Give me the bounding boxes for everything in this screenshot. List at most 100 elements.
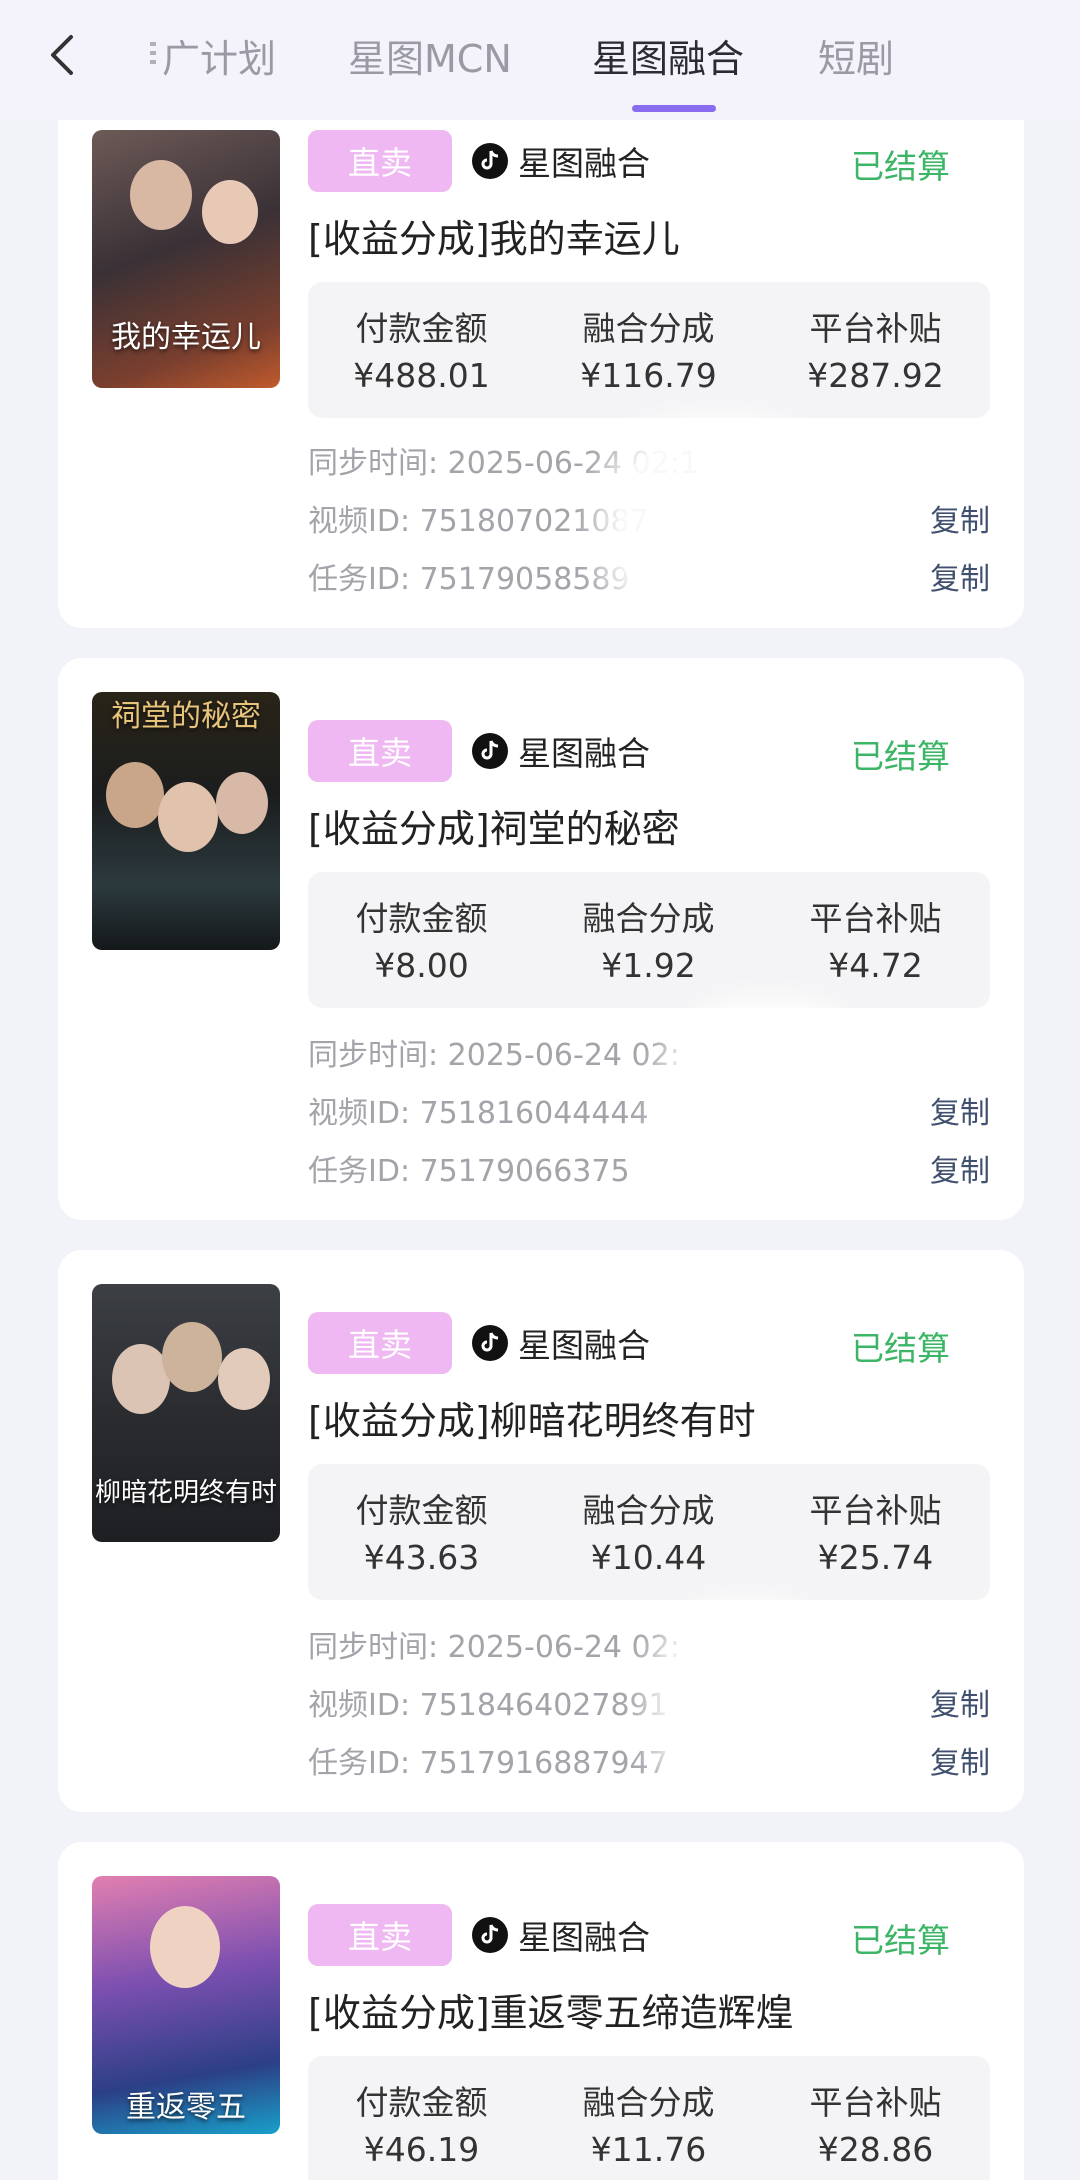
platform-tag: 星图融合 <box>472 1320 650 1366</box>
drama-poster[interactable]: 重返零五 <box>92 1876 280 2134</box>
active-tab-indicator <box>632 105 716 112</box>
platform-tag: 星图融合 <box>472 728 650 774</box>
poster-title: 柳暗花明终有时 <box>94 1478 277 1509</box>
poster-figure <box>216 772 268 834</box>
direct-sale-badge: 直卖 <box>308 720 452 782</box>
card-title: [收益分成]重返零五缔造辉煌 <box>308 1991 794 2035</box>
poster-figure <box>158 782 218 852</box>
copy-video-id-button[interactable]: 复制 <box>930 1088 990 1132</box>
copy-video-id-button[interactable]: 复制 <box>930 1680 990 1724</box>
pay-amount: 付款金额 ¥8.00 <box>308 892 535 985</box>
drama-poster[interactable]: 我的幸运儿 <box>92 130 280 388</box>
copy-task-id-button[interactable]: 复制 <box>930 554 990 598</box>
platform-label: 星图融合 <box>518 144 650 183</box>
fusion-share-label: 融合分成 <box>582 899 715 938</box>
platform-label: 星图融合 <box>518 1918 650 1957</box>
pay-amount-value: ¥43.63 <box>363 1538 480 1577</box>
fusion-share: 融合分成 ¥11.76 <box>535 2076 762 2169</box>
earning-card[interactable]: 我的幸运儿 直卖 星图融合 已结算 [收益分成]我的幸运儿 付款金额 ¥488.… <box>58 96 1024 628</box>
platform-tag: 星图融合 <box>472 138 650 184</box>
settled-status: 已结算 <box>851 1921 950 1960</box>
poster-figure <box>130 160 192 230</box>
pay-amount-label: 付款金额 <box>355 1491 488 1530</box>
poster-title: 重返零五 <box>126 2090 246 2125</box>
earning-card[interactable]: 重返零五 直卖 星图融合 已结算 [收益分成]重返零五缔造辉煌 付款金额 ¥46… <box>58 1842 1024 2180</box>
tab-ad-plan[interactable]: 广计划 <box>162 28 276 83</box>
fusion-share: 融合分成 ¥1.92 <box>535 892 762 985</box>
chevron-left-icon <box>51 35 73 75</box>
tab-short-drama[interactable]: 短剧 <box>818 28 894 83</box>
pay-amount-value: ¥488.01 <box>353 356 490 395</box>
drama-poster[interactable]: 柳暗花明终有时 <box>92 1284 280 1542</box>
platform-tag: 星图融合 <box>472 1912 650 1958</box>
platform-subsidy-value: ¥28.86 <box>817 2130 934 2169</box>
platform-subsidy-value: ¥287.92 <box>807 356 944 395</box>
tiktok-icon <box>472 1917 508 1953</box>
settled-status: 已结算 <box>851 737 950 776</box>
drama-poster[interactable]: 祠堂的秘密 <box>92 692 280 950</box>
platform-label: 星图融合 <box>518 734 650 773</box>
poster-title: 我的幸运儿 <box>111 320 261 355</box>
direct-sale-badge: 直卖 <box>308 1904 452 1966</box>
redaction-blur <box>678 1018 858 1198</box>
direct-sale-badge: 直卖 <box>308 1312 452 1374</box>
video-id: 视频ID: 751816044444 <box>308 1096 649 1131</box>
platform-subsidy-value: ¥25.74 <box>817 1538 934 1577</box>
sync-time: 同步时间: 2025-06-24 02: <box>308 1630 680 1665</box>
pay-amount-label: 付款金额 <box>355 309 488 348</box>
card-title: [收益分成]柳暗花明终有时 <box>308 1399 756 1443</box>
task-id: 任务ID: 75179066375 <box>308 1154 630 1189</box>
video-id: 视频ID: 7518464027891 <box>308 1688 668 1723</box>
platform-subsidy-value: ¥4.72 <box>828 946 923 985</box>
pay-amount-label: 付款金额 <box>355 899 488 938</box>
fusion-share-label: 融合分成 <box>582 1491 715 1530</box>
platform-subsidy: 平台补贴 ¥25.74 <box>762 1484 989 1577</box>
earnings-summary: 付款金额 ¥488.01 融合分成 ¥116.79 平台补贴 ¥287.92 <box>308 282 990 418</box>
tiktok-icon <box>472 143 508 179</box>
settled-status: 已结算 <box>851 147 950 186</box>
platform-label: 星图融合 <box>518 1326 650 1365</box>
pay-amount-label: 付款金额 <box>355 2083 488 2122</box>
redaction-blur <box>668 1620 828 1790</box>
fusion-share-value: ¥11.76 <box>590 2130 707 2169</box>
poster-figure <box>218 1348 270 1410</box>
platform-subsidy-label: 平台补贴 <box>809 899 942 938</box>
fusion-share: 融合分成 ¥10.44 <box>535 1484 762 1577</box>
platform-subsidy: 平台补贴 ¥28.86 <box>762 2076 989 2169</box>
pay-amount: 付款金额 ¥46.19 <box>308 2076 535 2169</box>
tab-xingtu-mcn[interactable]: 星图MCN <box>348 28 512 83</box>
tab-xingtu-fusion[interactable]: 星图融合 <box>592 28 744 83</box>
earnings-summary: 付款金额 ¥46.19 融合分成 ¥11.76 平台补贴 ¥28.86 <box>308 2056 990 2180</box>
platform-subsidy-label: 平台补贴 <box>809 1491 942 1530</box>
tiktok-icon <box>472 733 508 769</box>
poster-figure <box>150 1906 220 1988</box>
tiktok-icon <box>472 1325 508 1361</box>
copy-video-id-button[interactable]: 复制 <box>930 496 990 540</box>
fusion-share-label: 融合分成 <box>582 2083 715 2122</box>
video-id: 视频ID: 751807021087 <box>308 504 649 539</box>
fusion-share-value: ¥10.44 <box>590 1538 707 1577</box>
poster-title: 祠堂的秘密 <box>111 699 261 734</box>
task-id: 任务ID: 7517916887947 <box>308 1746 668 1781</box>
platform-subsidy: 平台补贴 ¥287.92 <box>762 302 989 395</box>
pay-amount: 付款金额 ¥488.01 <box>308 302 535 395</box>
earning-card[interactable]: 祠堂的秘密 直卖 星图融合 已结算 [收益分成]祠堂的秘密 付款金额 ¥8.00… <box>58 658 1024 1220</box>
redaction-blur <box>618 436 818 616</box>
sync-time: 同步时间: 2025-06-24 02: <box>308 1038 680 1073</box>
copy-task-id-button[interactable]: 复制 <box>930 1146 990 1190</box>
fusion-share-value: ¥1.92 <box>601 946 696 985</box>
platform-subsidy: 平台补贴 ¥4.72 <box>762 892 989 985</box>
card-title: [收益分成]我的幸运儿 <box>308 217 680 261</box>
fusion-share-value: ¥116.79 <box>580 356 717 395</box>
copy-task-id-button[interactable]: 复制 <box>930 1738 990 1782</box>
tab-scroll-hint <box>150 42 156 66</box>
task-id: 任务ID: 75179058589 <box>308 562 630 597</box>
back-button[interactable] <box>42 30 82 80</box>
earnings-summary: 付款金额 ¥43.63 融合分成 ¥10.44 平台补贴 ¥25.74 <box>308 1464 990 1600</box>
platform-subsidy-label: 平台补贴 <box>809 2083 942 2122</box>
top-navigation-bar: 广计划 星图MCN 星图融合 短剧 <box>0 0 1080 120</box>
pay-amount-value: ¥46.19 <box>363 2130 480 2169</box>
earning-card[interactable]: 柳暗花明终有时 直卖 星图融合 已结算 [收益分成]柳暗花明终有时 付款金额 ¥… <box>58 1250 1024 1812</box>
card-title: [收益分成]祠堂的秘密 <box>308 807 680 851</box>
earnings-summary: 付款金额 ¥8.00 融合分成 ¥1.92 平台补贴 ¥4.72 <box>308 872 990 1008</box>
